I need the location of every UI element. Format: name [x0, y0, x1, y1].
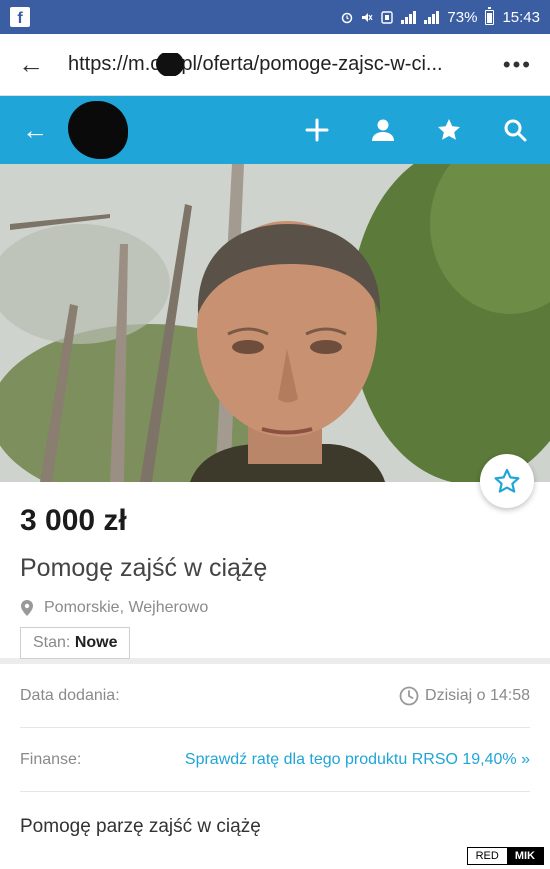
- add-icon[interactable]: [304, 117, 330, 143]
- favorite-button[interactable]: [480, 454, 534, 508]
- browser-url-bar: ← https://m.olx.pl/oferta/pomoge-zajsc-w…: [0, 34, 550, 96]
- search-icon[interactable]: [502, 117, 528, 143]
- date-added-value: Dzisiaj o 14:58: [425, 686, 530, 704]
- location-pin-icon: [21, 600, 33, 616]
- status-bar: f 73% 15:43: [0, 0, 550, 34]
- user-icon[interactable]: [370, 117, 396, 143]
- listing-description: Pomogę parzę zajść w ciążę: [20, 816, 261, 837]
- redacted-logo: [68, 101, 128, 159]
- battery-icon: [485, 6, 495, 25]
- date-added-value-wrap: Dzisiaj o 14:58: [399, 686, 530, 706]
- finance-row: Finanse: Sprawdź ratę dla tego produktu …: [20, 728, 530, 792]
- url-field[interactable]: https://m.olx.pl/oferta/pomoge-zajsc-w-c…: [68, 53, 485, 76]
- clock-time: 15:43: [502, 8, 540, 26]
- back-arrow-icon[interactable]: ←: [18, 49, 54, 80]
- condition-badge: Stan: Nowe: [20, 627, 131, 659]
- finance-link[interactable]: Sprawdź ratę dla tego produktu RRSO 19,4…: [185, 751, 530, 769]
- redaction-mark: [156, 53, 184, 76]
- header-actions: [304, 117, 528, 143]
- listing-title: Pomogę zajść w ciążę: [20, 554, 268, 582]
- watermark: RED MIK: [466, 847, 544, 865]
- listing-location[interactable]: Pomorskie, Wejherowo: [20, 599, 530, 617]
- watermark-left: RED: [467, 848, 507, 864]
- condition-value: Nowe: [74, 634, 118, 651]
- back-arrow-icon[interactable]: ←: [22, 115, 56, 146]
- signal-icon: [424, 10, 440, 24]
- listing-details: 3 000 zł Pomogę zajść w ciążę Pomorskie,…: [0, 482, 550, 659]
- condition-label: Stan:: [33, 634, 71, 651]
- star-icon[interactable]: [436, 117, 462, 143]
- alarm-icon: [342, 12, 353, 23]
- signal-icon: [401, 10, 417, 24]
- clock-icon: [399, 686, 419, 705]
- date-added-row: Data dodania: Dzisiaj o 14:58: [20, 664, 530, 728]
- listing-info: Data dodania: Dzisiaj o 14:58 Finanse: S…: [0, 664, 550, 869]
- battery-percent: 73%: [447, 8, 478, 26]
- finance-label: Finanse:: [20, 750, 82, 768]
- star-outline-icon: [494, 468, 520, 493]
- watermark-right: MIK: [506, 848, 543, 864]
- app-header: ←: [0, 96, 550, 164]
- photo-illustration: [0, 164, 550, 482]
- listing-photo[interactable]: [0, 164, 550, 482]
- nfc-icon: [381, 10, 394, 24]
- date-added-label: Data dodania:: [20, 686, 120, 704]
- listing-price: 3 000 zł: [20, 504, 127, 537]
- more-vert-icon[interactable]: •••: [503, 52, 532, 78]
- facebook-icon: f: [10, 7, 30, 27]
- mute-icon: [362, 12, 373, 22]
- location-text: Pomorskie, Wejherowo: [44, 599, 209, 616]
- url-text: https://m.olx.pl/oferta/pomoge-zajsc-w-c…: [68, 53, 443, 75]
- status-indicators: 73% 15:43: [341, 6, 540, 26]
